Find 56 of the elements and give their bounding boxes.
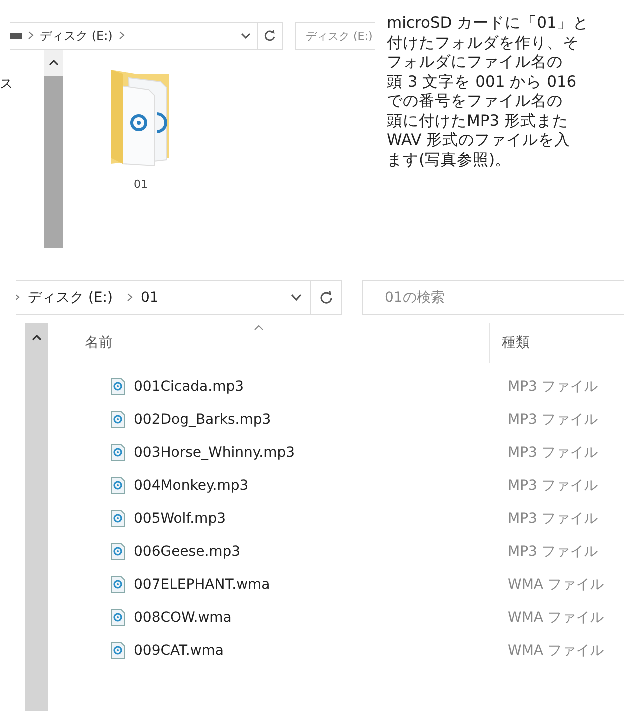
drive-icon <box>10 33 22 39</box>
search-field[interactable]: ディスク (E:) <box>295 22 375 50</box>
paragraph-line: での番号をファイル名の <box>387 92 563 112</box>
file-type: MP3 ファイル <box>508 444 598 462</box>
file-type: MP3 ファイル <box>508 410 598 428</box>
audio-file-icon <box>111 411 125 428</box>
chevron-up-icon[interactable] <box>48 60 58 66</box>
refresh-icon <box>320 291 332 304</box>
file-name[interactable]: 008COW.wma <box>134 610 232 626</box>
paragraph-line: WAV 形式のファイルを入 <box>387 131 571 150</box>
file-name[interactable]: 003Horse_Whinny.mp3 <box>134 444 295 460</box>
scrollbar[interactable] <box>44 50 63 248</box>
file-name[interactable]: 004Monkey.mp3 <box>134 478 249 494</box>
audio-file-icon <box>111 642 125 659</box>
file-name[interactable]: 006Geese.mp3 <box>134 544 241 560</box>
audio-file-icon <box>111 378 125 395</box>
address-bar[interactable]: ディスク (E:) 01 <box>16 280 342 315</box>
file-type: WMA ファイル <box>508 576 604 594</box>
file-type: MP3 ファイル <box>508 476 598 494</box>
file-type: WMA ファイル <box>508 642 604 660</box>
chevron-down-icon[interactable] <box>291 294 302 301</box>
column-header[interactable]: 種類 <box>489 323 530 363</box>
audio-file-icon <box>111 576 125 593</box>
file-type: WMA ファイル <box>508 608 604 626</box>
column-header[interactable]: 名前 <box>85 334 291 352</box>
paragraph-line: microSD カードに「01」と <box>387 14 589 34</box>
audio-file-icon <box>111 477 125 494</box>
chevron-up-icon[interactable] <box>32 335 42 341</box>
scrollbar[interactable] <box>25 323 48 711</box>
breadcrumb-item[interactable]: ディスク (E:) <box>40 28 113 44</box>
breadcrumb-item[interactable]: ディスク (E:) <box>28 288 113 306</box>
file-name[interactable]: 005Wolf.mp3 <box>134 510 226 526</box>
audio-file-icon <box>111 444 125 461</box>
sidebar-item[interactable]: ス <box>0 50 44 93</box>
audio-file-icon <box>111 543 125 560</box>
paragraph-line: 付けたフォルダを作り、そ <box>387 34 579 53</box>
paragraph-line: 頭 3 文字を 001 から 016 <box>387 72 577 92</box>
refresh-icon <box>264 30 276 42</box>
file-type: MP3 ファイル <box>508 510 598 528</box>
file-type: MP3 ファイル <box>508 542 598 560</box>
paragraph-line: 頭に付けたMP3 形式また <box>387 112 569 131</box>
file-name[interactable]: 001Cicada.mp3 <box>134 378 244 394</box>
paragraph-line: フォルダにファイル名の <box>387 53 563 72</box>
chevron-down-icon[interactable] <box>241 33 251 39</box>
breadcrumb-item[interactable]: 01 <box>140 290 159 306</box>
file-name[interactable]: 007ELEPHANT.wma <box>134 576 270 592</box>
sort-caret-icon <box>254 325 264 331</box>
search-field[interactable]: 01の検索 <box>362 280 624 315</box>
file-name[interactable]: 002Dog_Barks.mp3 <box>134 412 272 428</box>
paragraph-line: ます(写真参照)。 <box>387 150 512 170</box>
audio-file-icon <box>111 510 125 527</box>
folder-name: 01 <box>134 178 148 191</box>
address-bar[interactable]: ディスク (E:) <box>10 22 283 50</box>
audio-file-icon <box>111 609 125 626</box>
file-name[interactable]: 009CAT.wma <box>134 642 224 658</box>
file-type: MP3 ファイル <box>508 378 598 396</box>
